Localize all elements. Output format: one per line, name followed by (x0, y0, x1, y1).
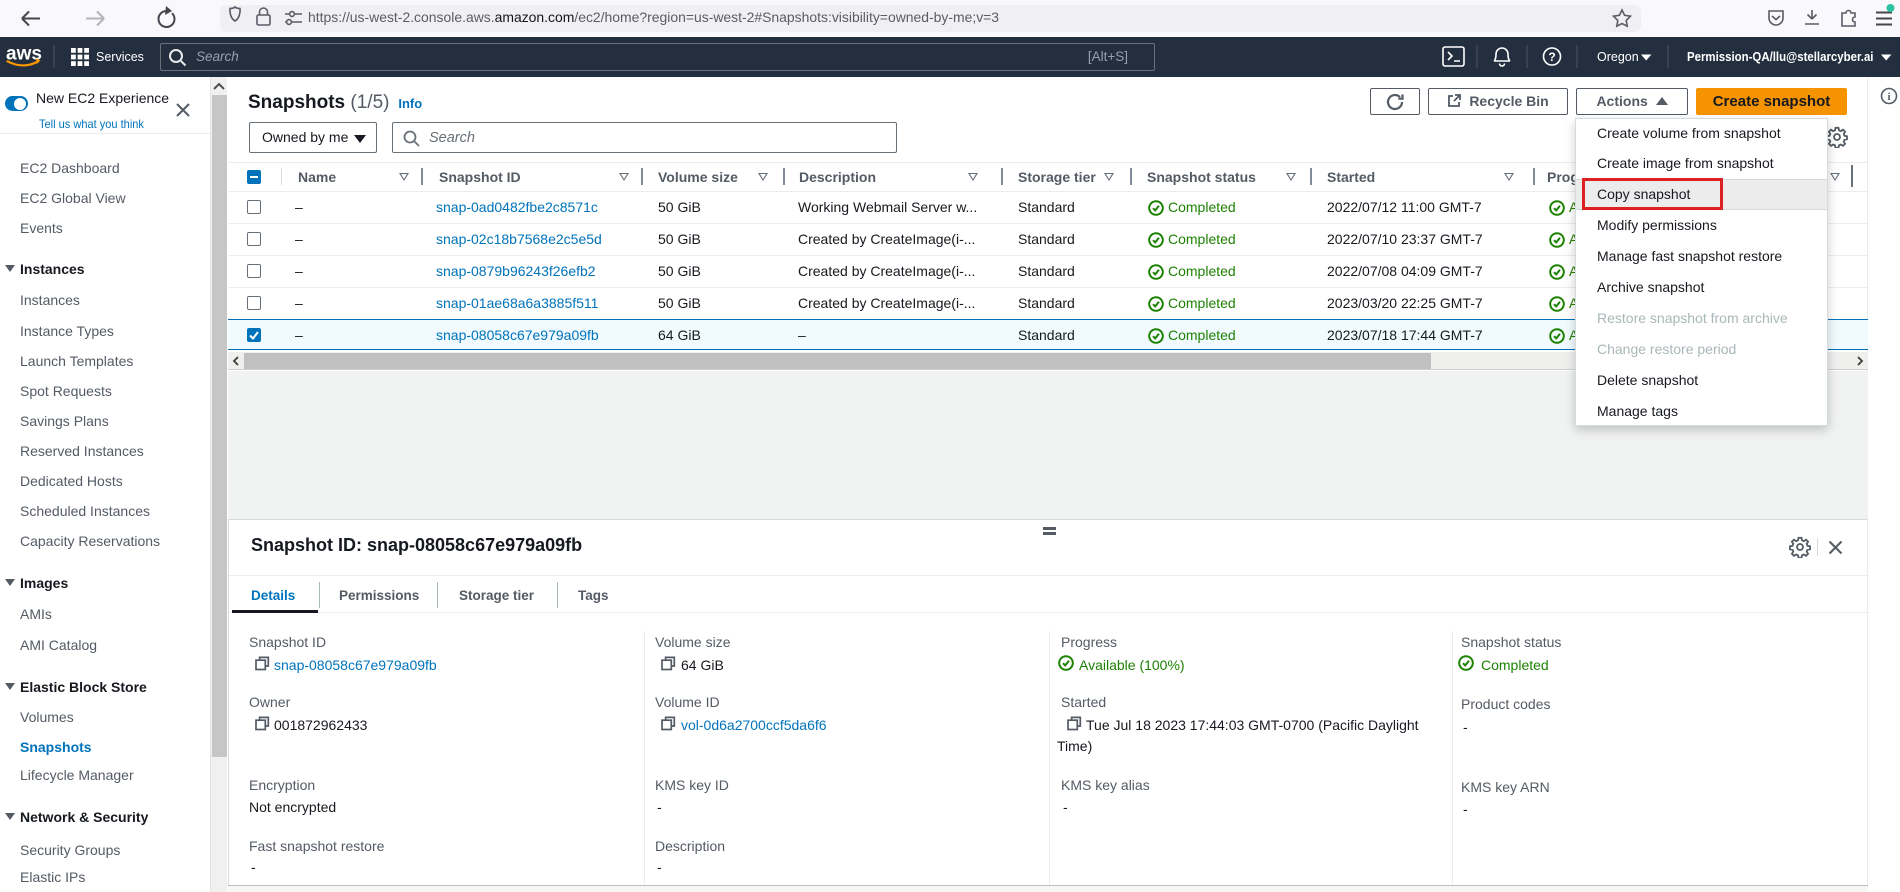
svg-text:Permission-QA/llu@stellarcyber: Permission-QA/llu@stellarcyber.ai (1687, 49, 1873, 64)
svg-text:Oregon: Oregon (1597, 50, 1639, 64)
svg-text:Services: Services (96, 50, 144, 64)
svg-text:?: ? (1548, 50, 1555, 64)
svg-text:Search: Search (196, 49, 239, 64)
svg-text:[Alt+S]: [Alt+S] (1088, 49, 1128, 64)
svg-text:i: i (1887, 91, 1890, 103)
